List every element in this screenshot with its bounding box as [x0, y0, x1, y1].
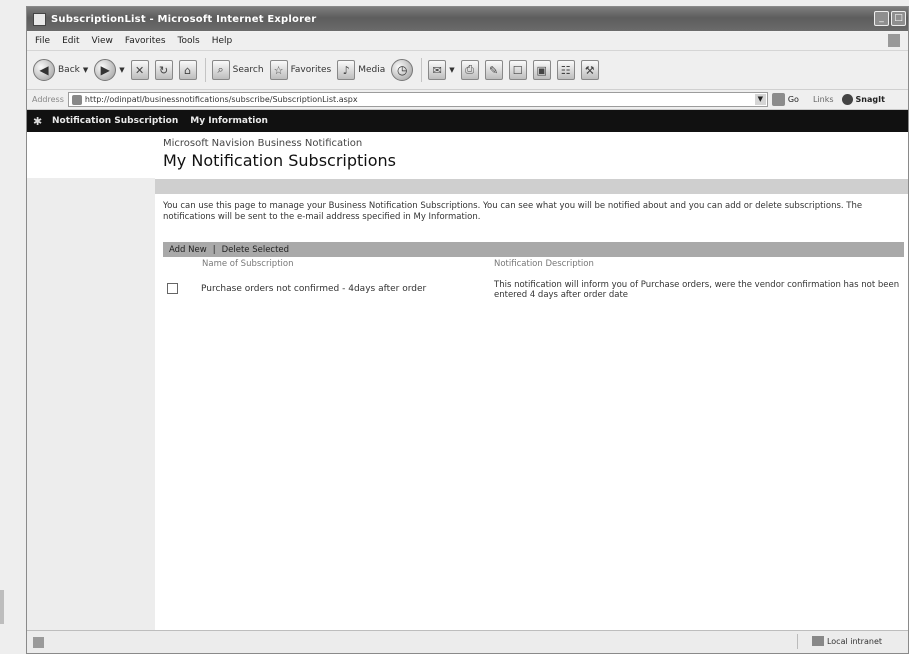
refresh-icon: ↻ — [154, 60, 173, 80]
minimize-icon[interactable]: _ — [874, 11, 889, 26]
action-bar: Add New | Delete Selected — [163, 242, 904, 257]
zone-label: Local intranet — [826, 636, 882, 646]
subscription-description: This notification will inform you of Pur… — [494, 280, 900, 300]
background-scroll-stub — [0, 590, 4, 624]
page-title: My Notification Subscriptions — [163, 151, 396, 170]
history-button[interactable]: ◷ — [391, 59, 414, 81]
refresh-button[interactable]: ↻ — [154, 60, 173, 80]
forward-button[interactable]: ▶ ▼ — [94, 59, 125, 81]
column-header-name: Name of Subscription — [202, 259, 294, 269]
tool-button[interactable]: ⚒ — [580, 60, 599, 80]
window-controls: _ □ — [874, 11, 906, 26]
search-button[interactable]: ⌕ Search — [211, 60, 264, 80]
intranet-icon — [811, 636, 824, 646]
menu-edit[interactable]: Edit — [62, 36, 79, 46]
mail-icon: ✉ — [428, 60, 447, 80]
page-subtitle: Microsoft Navision Business Notification — [163, 138, 363, 149]
back-arrow-icon: ◀ — [33, 59, 55, 81]
snagit-icon — [841, 94, 853, 105]
messenger-button[interactable]: ☷ — [556, 60, 575, 80]
chevron-down-icon[interactable]: ▼ — [754, 94, 766, 105]
print-button[interactable]: ⎙ — [460, 60, 479, 80]
divider-band — [155, 179, 908, 194]
go-button[interactable]: Go — [771, 93, 799, 106]
forward-arrow-icon: ▶ — [94, 59, 117, 81]
stop-icon: ✕ — [130, 60, 149, 80]
nav-link-notification-subscription[interactable]: Notification Subscription — [52, 116, 178, 126]
menu-help[interactable]: Help — [212, 36, 233, 46]
ie-app-icon — [33, 12, 46, 26]
security-zone: Local intranet — [811, 636, 882, 646]
research-button[interactable]: ▣ — [532, 60, 551, 80]
row-checkbox[interactable] — [167, 283, 178, 294]
menu-file[interactable]: File — [35, 36, 50, 46]
address-bar: Address http://odinpatl/businessnotifica… — [27, 90, 908, 110]
media-label: Media — [358, 65, 386, 75]
table-header: Name of Subscription Notification Descri… — [163, 259, 904, 271]
page-nav-bar: ✱ Notification Subscription My Informati… — [27, 110, 908, 132]
table-row: Purchase orders not confirmed - 4days af… — [163, 280, 904, 306]
page-icon — [71, 94, 82, 105]
edit-button[interactable]: ✎ — [484, 60, 503, 80]
title-bar: SubscriptionList - Microsoft Internet Ex… — [27, 7, 908, 31]
star-icon: ☆ — [269, 60, 288, 80]
page-description: You can use this page to manage your Bus… — [163, 201, 863, 222]
toolbar-separator — [204, 58, 206, 82]
address-input[interactable]: http://odinpatl/businessnotifications/su… — [67, 92, 768, 107]
menu-bar: File Edit View Favorites Tools Help — [27, 32, 908, 51]
media-icon: ♪ — [337, 60, 356, 80]
media-button[interactable]: ♪ Media — [337, 60, 385, 80]
left-pane — [27, 132, 155, 631]
research-icon: ▣ — [532, 60, 551, 80]
snagit-label: SnagIt — [855, 95, 885, 104]
snagit-button[interactable]: SnagIt — [841, 94, 885, 105]
subscription-name[interactable]: Purchase orders not confirmed - 4days af… — [201, 284, 426, 294]
browser-window: SubscriptionList - Microsoft Internet Ex… — [26, 6, 909, 654]
page-status-icon — [33, 636, 44, 648]
toolbar-separator — [421, 58, 423, 82]
nav-link-my-information[interactable]: My Information — [190, 116, 268, 126]
chevron-down-icon[interactable]: ▼ — [119, 66, 124, 74]
home-button[interactable]: ⌂ — [178, 60, 197, 80]
mail-button[interactable]: ✉ ▼ — [428, 60, 455, 80]
edit-icon: ✎ — [484, 60, 503, 80]
home-icon: ⌂ — [178, 60, 197, 80]
back-label: Back — [58, 65, 80, 75]
tool-icon: ⚒ — [580, 60, 599, 80]
chevron-down-icon[interactable]: ▼ — [449, 66, 454, 74]
favorites-button[interactable]: ☆ Favorites — [269, 60, 332, 80]
page-content: Microsoft Navision Business Notification… — [27, 132, 908, 631]
maximize-icon[interactable]: □ — [891, 11, 906, 26]
window-title: SubscriptionList - Microsoft Internet Ex… — [51, 13, 317, 25]
standard-toolbar: ◀ Back ▼ ▶ ▼ ✕ ↻ ⌂ ⌕ Search ☆ Favorites … — [27, 51, 908, 90]
stop-button[interactable]: ✕ — [130, 60, 149, 80]
go-arrow-icon — [771, 93, 785, 106]
search-label: Search — [232, 65, 264, 75]
action-separator: | — [212, 244, 216, 255]
discuss-button[interactable]: ☐ — [508, 60, 527, 80]
chevron-down-icon[interactable]: ▼ — [83, 66, 88, 74]
links-button[interactable]: Links — [813, 95, 834, 104]
windows-flag-icon — [888, 34, 900, 47]
history-icon: ◷ — [391, 59, 414, 81]
go-label: Go — [787, 95, 799, 104]
search-icon: ⌕ — [211, 60, 230, 80]
menu-view[interactable]: View — [92, 36, 113, 46]
favorites-label: Favorites — [290, 65, 332, 75]
address-label: Address — [32, 95, 64, 104]
menu-favorites[interactable]: Favorites — [125, 36, 166, 46]
status-bar: Local intranet — [27, 630, 908, 653]
print-icon: ⎙ — [460, 60, 479, 80]
back-button[interactable]: ◀ Back ▼ — [33, 59, 88, 81]
address-url[interactable]: http://odinpatl/businessnotifications/su… — [85, 95, 358, 104]
delete-selected-link[interactable]: Delete Selected — [222, 245, 289, 255]
messenger-icon: ☷ — [556, 60, 575, 80]
menu-tools[interactable]: Tools — [178, 36, 200, 46]
column-header-description: Notification Description — [494, 259, 594, 269]
discuss-icon: ☐ — [508, 60, 527, 80]
add-new-link[interactable]: Add New — [169, 245, 207, 255]
notification-app-icon: ✱ — [33, 114, 43, 128]
